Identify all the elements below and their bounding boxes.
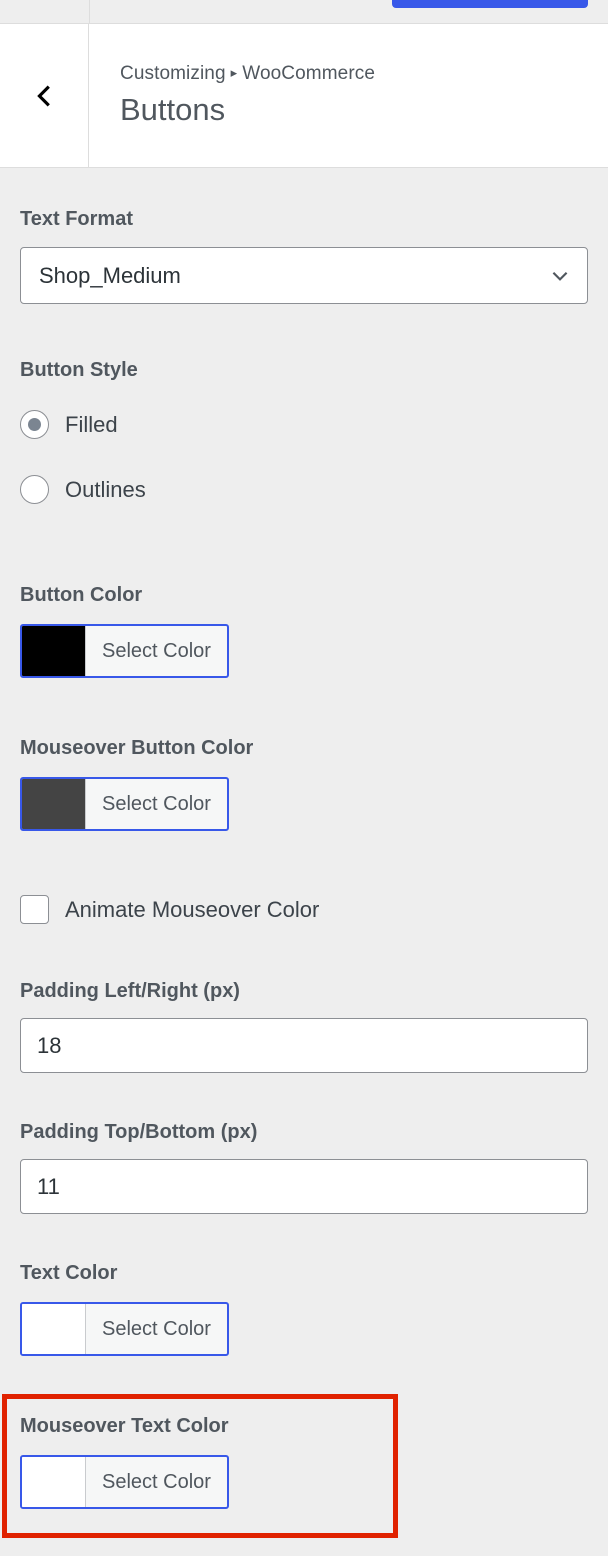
section-mouseover-button-color: Mouseover Button Color Select Color bbox=[20, 736, 253, 834]
breadcrumb-separator-icon: ▸ bbox=[230, 65, 238, 80]
button-color-select-label: Select Color bbox=[102, 639, 211, 662]
animate-mouseover-checkbox-row[interactable]: Animate Mouseover Color bbox=[20, 895, 319, 924]
section-button-color: Button Color Select Color bbox=[20, 583, 229, 681]
chevron-left-icon bbox=[33, 85, 55, 107]
header-text-block: Customizing ▸ WooCommerce Buttons bbox=[89, 24, 608, 167]
text-color-select-label: Select Color bbox=[102, 1317, 211, 1340]
customizer-top-bar: Publish bbox=[0, 0, 608, 24]
text-color-swatch bbox=[22, 1304, 86, 1354]
padding-left-right-input[interactable] bbox=[20, 1018, 588, 1073]
section-padding-top-bottom: Padding Top/Bottom (px) bbox=[20, 1120, 588, 1214]
section-padding-left-right: Padding Left/Right (px) bbox=[20, 979, 588, 1073]
breadcrumb: Customizing ▸ WooCommerce bbox=[120, 62, 608, 86]
top-bar-divider bbox=[89, 0, 90, 24]
text-format-select[interactable]: Shop_Medium bbox=[20, 247, 588, 304]
breadcrumb-root: Customizing bbox=[120, 63, 226, 84]
back-button[interactable] bbox=[0, 24, 89, 167]
mouseover-button-color-select-color-button[interactable]: Select Color bbox=[20, 777, 229, 831]
padding-top-bottom-label: Padding Top/Bottom (px) bbox=[20, 1121, 258, 1143]
padding-left-right-label: Padding Left/Right (px) bbox=[20, 980, 240, 1002]
text-color-label: Text Color bbox=[20, 1262, 118, 1284]
button-color-label: Button Color bbox=[20, 584, 143, 606]
button-color-swatch bbox=[22, 626, 86, 676]
section-text-format: Text Format Shop_Medium bbox=[20, 207, 588, 304]
radio-option-outlines[interactable]: Outlines bbox=[20, 475, 146, 504]
panel-header: Customizing ▸ WooCommerce Buttons bbox=[0, 24, 608, 168]
button-color-select-color-button[interactable]: Select Color bbox=[20, 624, 229, 678]
mouseover-button-color-select-label: Select Color bbox=[102, 792, 211, 815]
animate-mouseover-label: Animate Mouseover Color bbox=[65, 896, 320, 922]
text-format-label: Text Format bbox=[20, 208, 133, 230]
breadcrumb-section: WooCommerce bbox=[242, 63, 376, 84]
mouseover-button-color-label: Mouseover Button Color bbox=[20, 737, 254, 759]
page-title: Buttons bbox=[120, 91, 226, 127]
radio-outlines-label: Outlines bbox=[65, 476, 146, 502]
section-text-color: Text Color Select Color bbox=[20, 1261, 229, 1359]
radio-outlines-indicator bbox=[20, 475, 49, 504]
radio-filled-indicator bbox=[20, 410, 49, 439]
mouseover-text-color-select-label: Select Color bbox=[102, 1470, 211, 1493]
section-mouseover-text-color: Mouseover Text Color Select Color bbox=[20, 1414, 229, 1512]
mouseover-text-color-swatch bbox=[22, 1457, 86, 1507]
section-button-style: Button Style Filled Outlines bbox=[20, 358, 146, 504]
radio-filled-label: Filled bbox=[65, 411, 118, 437]
mouseover-text-color-select-color-button[interactable]: Select Color bbox=[20, 1455, 229, 1509]
mouseover-text-color-label: Mouseover Text Color bbox=[20, 1415, 229, 1437]
animate-mouseover-checkbox[interactable] bbox=[20, 895, 49, 924]
section-animate-mouseover: Animate Mouseover Color bbox=[20, 895, 319, 924]
padding-top-bottom-input[interactable] bbox=[20, 1159, 588, 1214]
button-style-label: Button Style bbox=[20, 359, 138, 381]
text-color-select-color-button[interactable]: Select Color bbox=[20, 1302, 229, 1356]
text-format-select-wrap: Shop_Medium bbox=[20, 247, 588, 304]
publish-button[interactable]: Publish bbox=[392, 0, 588, 8]
mouseover-button-color-swatch bbox=[22, 779, 86, 829]
radio-option-filled[interactable]: Filled bbox=[20, 410, 146, 439]
